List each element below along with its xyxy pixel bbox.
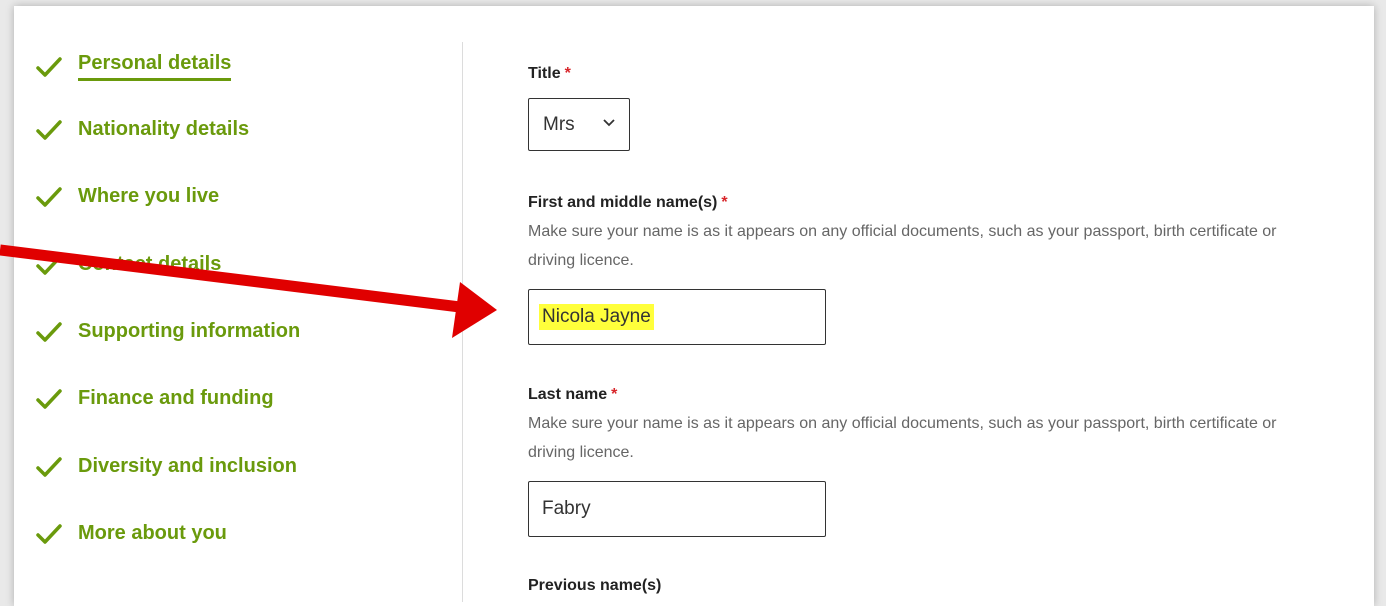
- sidebar-divider: [462, 42, 463, 602]
- sidebar-item-label: Contact details: [78, 253, 222, 275]
- application-card: Personal details Nationality details Whe…: [14, 6, 1374, 606]
- sidebar-item-where-you-live[interactable]: Where you live: [36, 185, 219, 208]
- sidebar-item-label: Personal details: [78, 52, 232, 81]
- title-select[interactable]: Mrs: [528, 98, 630, 151]
- check-icon: [36, 321, 62, 342]
- check-icon: [36, 523, 62, 544]
- last-name-hint: Make sure your name is as it appears on …: [528, 415, 1277, 461]
- sidebar-item-more-about-you[interactable]: More about you: [36, 522, 227, 545]
- title-label: Title *: [528, 65, 571, 82]
- sidebar-item-label: Nationality details: [78, 118, 250, 140]
- sidebar-item-supporting-information[interactable]: Supporting information: [36, 320, 300, 343]
- check-icon: [36, 254, 62, 275]
- sidebar-item-diversity-and-inclusion[interactable]: Diversity and inclusion: [36, 455, 297, 478]
- last-name-input[interactable]: Fabry: [528, 481, 826, 537]
- title-select-value: Mrs: [543, 113, 575, 135]
- sidebar-item-finance-and-funding[interactable]: Finance and funding: [36, 387, 274, 410]
- required-marker: *: [721, 194, 728, 211]
- required-marker: *: [611, 386, 618, 403]
- chevron-down-icon: [603, 119, 615, 127]
- previous-names-label: Previous name(s): [528, 577, 662, 594]
- sidebar-item-label: More about you: [78, 522, 227, 544]
- sidebar-item-label: Supporting information: [78, 320, 301, 342]
- required-marker: *: [564, 65, 571, 82]
- sidebar-item-contact-details[interactable]: Contact details: [36, 253, 221, 276]
- sidebar-item-label: Finance and funding: [78, 387, 274, 409]
- last-name-label: Last name *: [528, 386, 618, 403]
- sidebar-item-label: Where you live: [78, 185, 220, 207]
- check-icon: [36, 388, 62, 409]
- sidebar-item-nationality-details[interactable]: Nationality details: [36, 118, 249, 141]
- first-name-value: Nicola Jayne: [539, 304, 654, 330]
- check-icon: [36, 119, 62, 140]
- first-name-input[interactable]: Nicola Jayne: [528, 289, 826, 345]
- first-name-hint: Make sure your name is as it appears on …: [528, 223, 1277, 269]
- check-icon: [36, 456, 62, 477]
- check-icon: [36, 56, 62, 77]
- section-nav: Personal details Nationality details Whe…: [14, 6, 464, 606]
- sidebar-item-personal-details[interactable]: Personal details: [36, 52, 232, 81]
- first-name-label: First and middle name(s) *: [528, 194, 728, 211]
- sidebar-item-label: Diversity and inclusion: [78, 455, 297, 477]
- check-icon: [36, 186, 62, 207]
- last-name-value: Fabry: [542, 498, 591, 519]
